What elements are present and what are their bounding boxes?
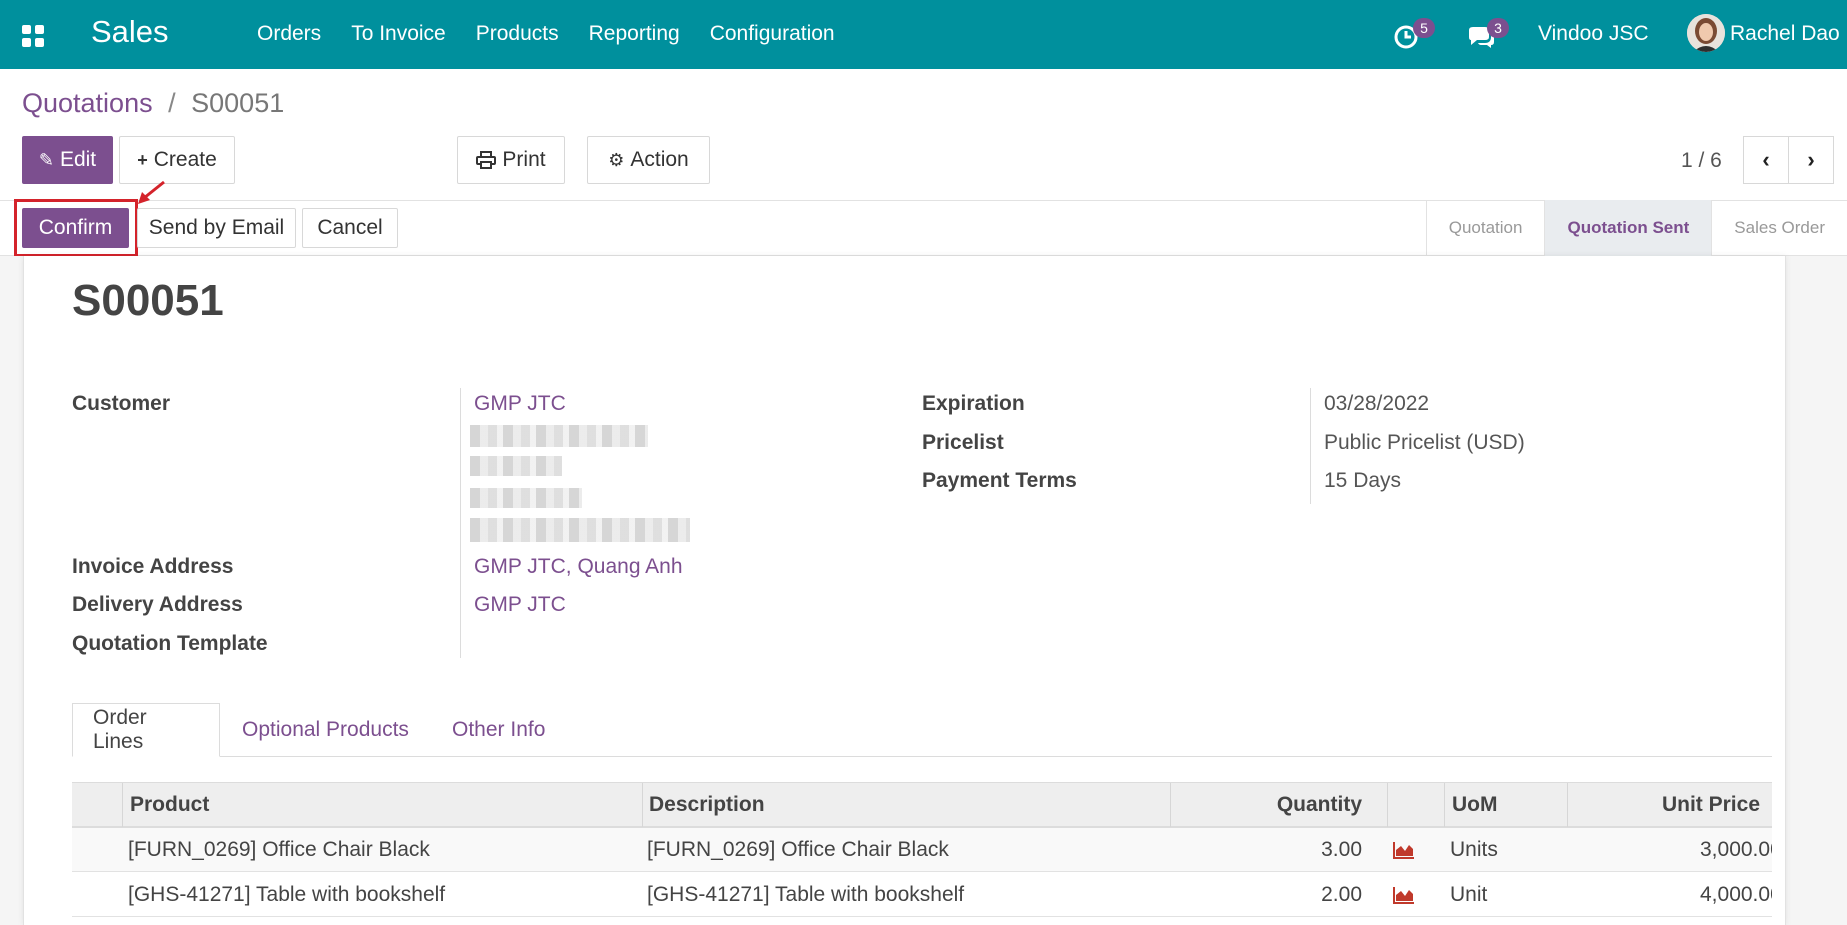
- customer-field[interactable]: GMP JTC: [474, 392, 566, 416]
- pager-previous-button[interactable]: ‹: [1743, 136, 1789, 184]
- customer-address-blurred: [470, 456, 562, 476]
- app-name[interactable]: Sales: [91, 14, 169, 50]
- gear-icon: ⚙: [608, 149, 625, 170]
- sheet-background-left: [0, 256, 23, 925]
- tab-optional-products[interactable]: Optional Products: [222, 703, 429, 757]
- payment-terms-label: Payment Terms: [922, 469, 1077, 492]
- quantity-cell[interactable]: 3.00: [1172, 828, 1362, 872]
- order-lines-header: Product Description Quantity UoM Unit Pr…: [72, 782, 1772, 828]
- invoice-address-field[interactable]: GMP JTC, Quang Anh: [474, 555, 683, 579]
- confirm-highlight-box: [14, 199, 138, 257]
- payment-terms-field[interactable]: 15 Days: [1324, 469, 1401, 493]
- column-divider: [1387, 783, 1388, 827]
- edit-button[interactable]: ✎ Edit: [22, 136, 113, 184]
- delivery-address-field[interactable]: GMP JTC: [474, 593, 566, 617]
- forecast-chart-icon[interactable]: [1392, 885, 1416, 905]
- description-cell[interactable]: [FURN_0269] Office Chair Black: [647, 828, 949, 872]
- column-divider: [122, 783, 123, 827]
- activity-button[interactable]: 5: [1393, 18, 1435, 50]
- print-button[interactable]: Print: [457, 136, 565, 184]
- pager-next-button[interactable]: ›: [1788, 136, 1834, 184]
- field-divider-left: [460, 388, 461, 658]
- chevron-right-icon: ›: [1807, 147, 1815, 172]
- menu-configuration[interactable]: Configuration: [710, 22, 835, 46]
- company-switcher[interactable]: Vindoo JSC: [1538, 22, 1649, 46]
- tab-order-lines[interactable]: Order Lines: [72, 703, 220, 757]
- product-cell[interactable]: [GHS-41271] Table with bookshelf: [128, 873, 445, 917]
- top-navbar: Sales Orders To Invoice Products Reporti…: [0, 0, 1847, 69]
- column-header-quantity[interactable]: Quantity: [1172, 783, 1362, 827]
- send-by-email-button[interactable]: Send by Email: [137, 208, 296, 248]
- pricelist-label: Pricelist: [922, 431, 1004, 454]
- status-stages: Quotation Quotation Sent Sales Order: [1425, 200, 1847, 256]
- menu-to-invoice[interactable]: To Invoice: [351, 22, 446, 46]
- menu-reporting[interactable]: Reporting: [589, 22, 680, 46]
- column-header-description[interactable]: Description: [649, 783, 765, 827]
- column-divider: [642, 783, 643, 827]
- product-cell[interactable]: [FURN_0269] Office Chair Black: [128, 828, 430, 872]
- tab-other-info[interactable]: Other Info: [432, 703, 565, 757]
- column-header-unit-price[interactable]: Unit Price: [1572, 783, 1760, 827]
- column-header-product[interactable]: Product: [130, 783, 209, 827]
- action-button[interactable]: ⚙ Action: [587, 136, 710, 184]
- breadcrumb: Quotations / S00051: [22, 88, 284, 119]
- unit-price-cell[interactable]: 4,000.00: [1700, 873, 1772, 917]
- customer-address-blurred: [470, 518, 690, 542]
- breadcrumb-current: S00051: [191, 88, 285, 118]
- expiration-label: Expiration: [922, 392, 1025, 415]
- main-menu: Orders To Invoice Products Reporting Con…: [257, 22, 865, 46]
- uom-cell[interactable]: Unit: [1450, 873, 1487, 917]
- table-row[interactable]: [FURN_0269] Office Chair Black [FURN_026…: [72, 828, 1772, 872]
- table-row[interactable]: [GHS-41271] Table with bookshelf [GHS-41…: [72, 873, 1772, 917]
- quotation-template-label: Quotation Template: [72, 632, 268, 655]
- customer-address-blurred: [470, 488, 582, 508]
- customer-address-blurred: [470, 425, 648, 447]
- delivery-address-label: Delivery Address: [72, 593, 243, 616]
- column-header-uom[interactable]: UoM: [1452, 783, 1498, 827]
- column-divider: [1444, 783, 1445, 827]
- invoice-address-label: Invoice Address: [72, 555, 234, 578]
- sheet-background-right: [1786, 256, 1847, 925]
- message-count-badge: 3: [1487, 18, 1509, 38]
- stage-quotation-sent[interactable]: Quotation Sent: [1544, 200, 1712, 256]
- menu-orders[interactable]: Orders: [257, 22, 321, 46]
- cancel-button[interactable]: Cancel: [302, 208, 398, 248]
- column-divider: [1170, 783, 1171, 827]
- page-title: S00051: [72, 276, 224, 325]
- pencil-icon: ✎: [38, 149, 54, 170]
- apps-menu-icon[interactable]: [22, 25, 44, 47]
- plus-icon: +: [137, 149, 148, 170]
- user-menu[interactable]: Rachel Dao: [1730, 22, 1840, 46]
- expiration-field[interactable]: 03/28/2022: [1324, 392, 1429, 416]
- unit-price-cell[interactable]: 3,000.00: [1700, 828, 1772, 872]
- messages-button[interactable]: 3: [1467, 18, 1509, 50]
- customer-label: Customer: [72, 392, 171, 415]
- annotation-arrow-icon: [138, 180, 165, 204]
- activity-count-badge: 5: [1413, 18, 1435, 38]
- create-button[interactable]: + Create: [119, 136, 235, 184]
- description-cell[interactable]: [GHS-41271] Table with bookshelf: [647, 873, 964, 917]
- stage-quotation[interactable]: Quotation: [1425, 200, 1545, 256]
- field-divider-right: [1310, 388, 1311, 504]
- chevron-left-icon: ‹: [1762, 147, 1770, 172]
- printer-icon: [476, 151, 497, 169]
- breadcrumb-quotations-link[interactable]: Quotations: [22, 88, 153, 118]
- pricelist-field[interactable]: Public Pricelist (USD): [1324, 431, 1525, 455]
- pager-value[interactable]: 1 / 6: [1681, 149, 1722, 173]
- notebook-tabs: Order Lines Optional Products Other Info: [72, 703, 1772, 757]
- forecast-chart-icon[interactable]: [1392, 840, 1416, 860]
- quantity-cell[interactable]: 2.00: [1172, 873, 1362, 917]
- breadcrumb-separator: /: [168, 88, 176, 118]
- menu-products[interactable]: Products: [476, 22, 559, 46]
- avatar[interactable]: [1687, 14, 1725, 52]
- stage-sales-order[interactable]: Sales Order: [1711, 200, 1847, 256]
- column-divider: [1567, 783, 1568, 827]
- uom-cell[interactable]: Units: [1450, 828, 1498, 872]
